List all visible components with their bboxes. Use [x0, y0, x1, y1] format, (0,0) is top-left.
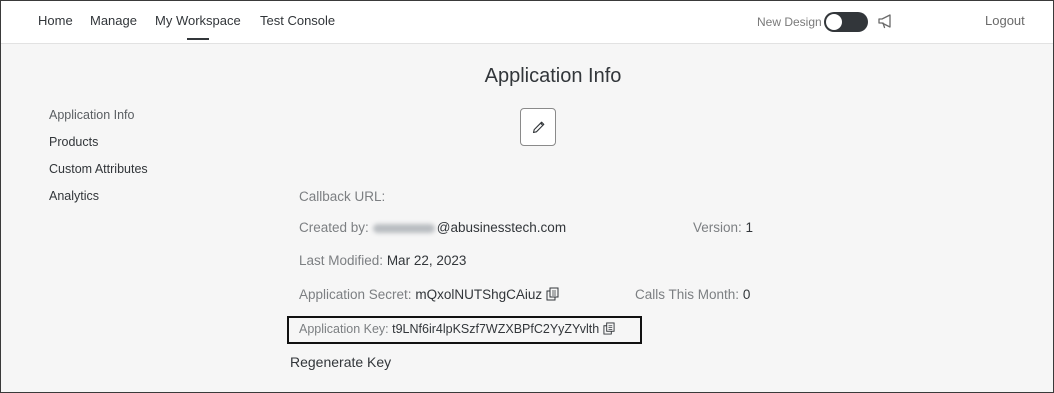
sidebar-item-analytics[interactable]: Analytics [49, 189, 99, 203]
nav-manage[interactable]: Manage [90, 13, 137, 28]
megaphone-icon[interactable] [877, 12, 895, 30]
application-secret-label: Application Secret: [299, 287, 412, 302]
page-title: Application Info [484, 65, 622, 87]
edit-button[interactable] [520, 108, 556, 146]
calls-this-month-value: 0 [742, 287, 751, 302]
version-value: 1 [745, 220, 754, 235]
active-nav-indicator [187, 38, 209, 40]
pencil-icon [532, 121, 545, 134]
created-by-row: Created by: @abusinesstech.com [299, 220, 566, 235]
sidebar-item-application-info[interactable]: Application Info [49, 108, 134, 122]
redacted-username [372, 223, 435, 233]
application-key-row: Application Key: t9LNf6ir4lpKSzf7WZXBPfC… [299, 322, 615, 336]
logout-link[interactable]: Logout [985, 13, 1025, 28]
callback-url-row: Callback URL: [299, 189, 385, 204]
copy-icon[interactable] [603, 322, 615, 335]
toggle-knob [826, 14, 842, 30]
calls-this-month-label: Calls This Month: [635, 287, 740, 302]
calls-this-month-row: Calls This Month: 0 [635, 287, 750, 302]
last-modified-label: Last Modified: [299, 253, 384, 268]
application-key-value: t9LNf6ir4lpKSzf7WZXBPfC2YyZYvlth [392, 322, 600, 336]
app-window: Home Manage My Workspace Test Console Ne… [0, 0, 1054, 393]
callback-url-label: Callback URL: [299, 189, 386, 204]
last-modified-row: Last Modified: Mar 22, 2023 [299, 253, 466, 268]
nav-home[interactable]: Home [38, 13, 73, 28]
sidebar-item-custom-attributes[interactable]: Custom Attributes [49, 162, 148, 176]
copy-icon[interactable] [546, 287, 559, 301]
sidebar-item-products[interactable]: Products [49, 135, 98, 149]
application-secret-value: mQxolNUTShgCAiuz [415, 287, 543, 302]
top-nav-bar: Home Manage My Workspace Test Console Ne… [1, 1, 1053, 44]
created-by-label: Created by: [299, 220, 369, 235]
nav-test-console[interactable]: Test Console [260, 13, 335, 28]
created-by-value: @abusinesstech.com [436, 220, 567, 235]
application-key-label: Application Key: [299, 322, 389, 336]
version-label: Version: [693, 220, 742, 235]
version-row: Version: 1 [693, 220, 753, 235]
new-design-toggle[interactable] [824, 12, 868, 32]
regenerate-key-link[interactable]: Regenerate Key [290, 354, 391, 370]
application-secret-row: Application Secret: mQxolNUTShgCAiuz [299, 287, 559, 302]
new-design-label: New Design [757, 15, 822, 29]
last-modified-value: Mar 22, 2023 [386, 253, 467, 268]
nav-my-workspace[interactable]: My Workspace [155, 13, 241, 28]
